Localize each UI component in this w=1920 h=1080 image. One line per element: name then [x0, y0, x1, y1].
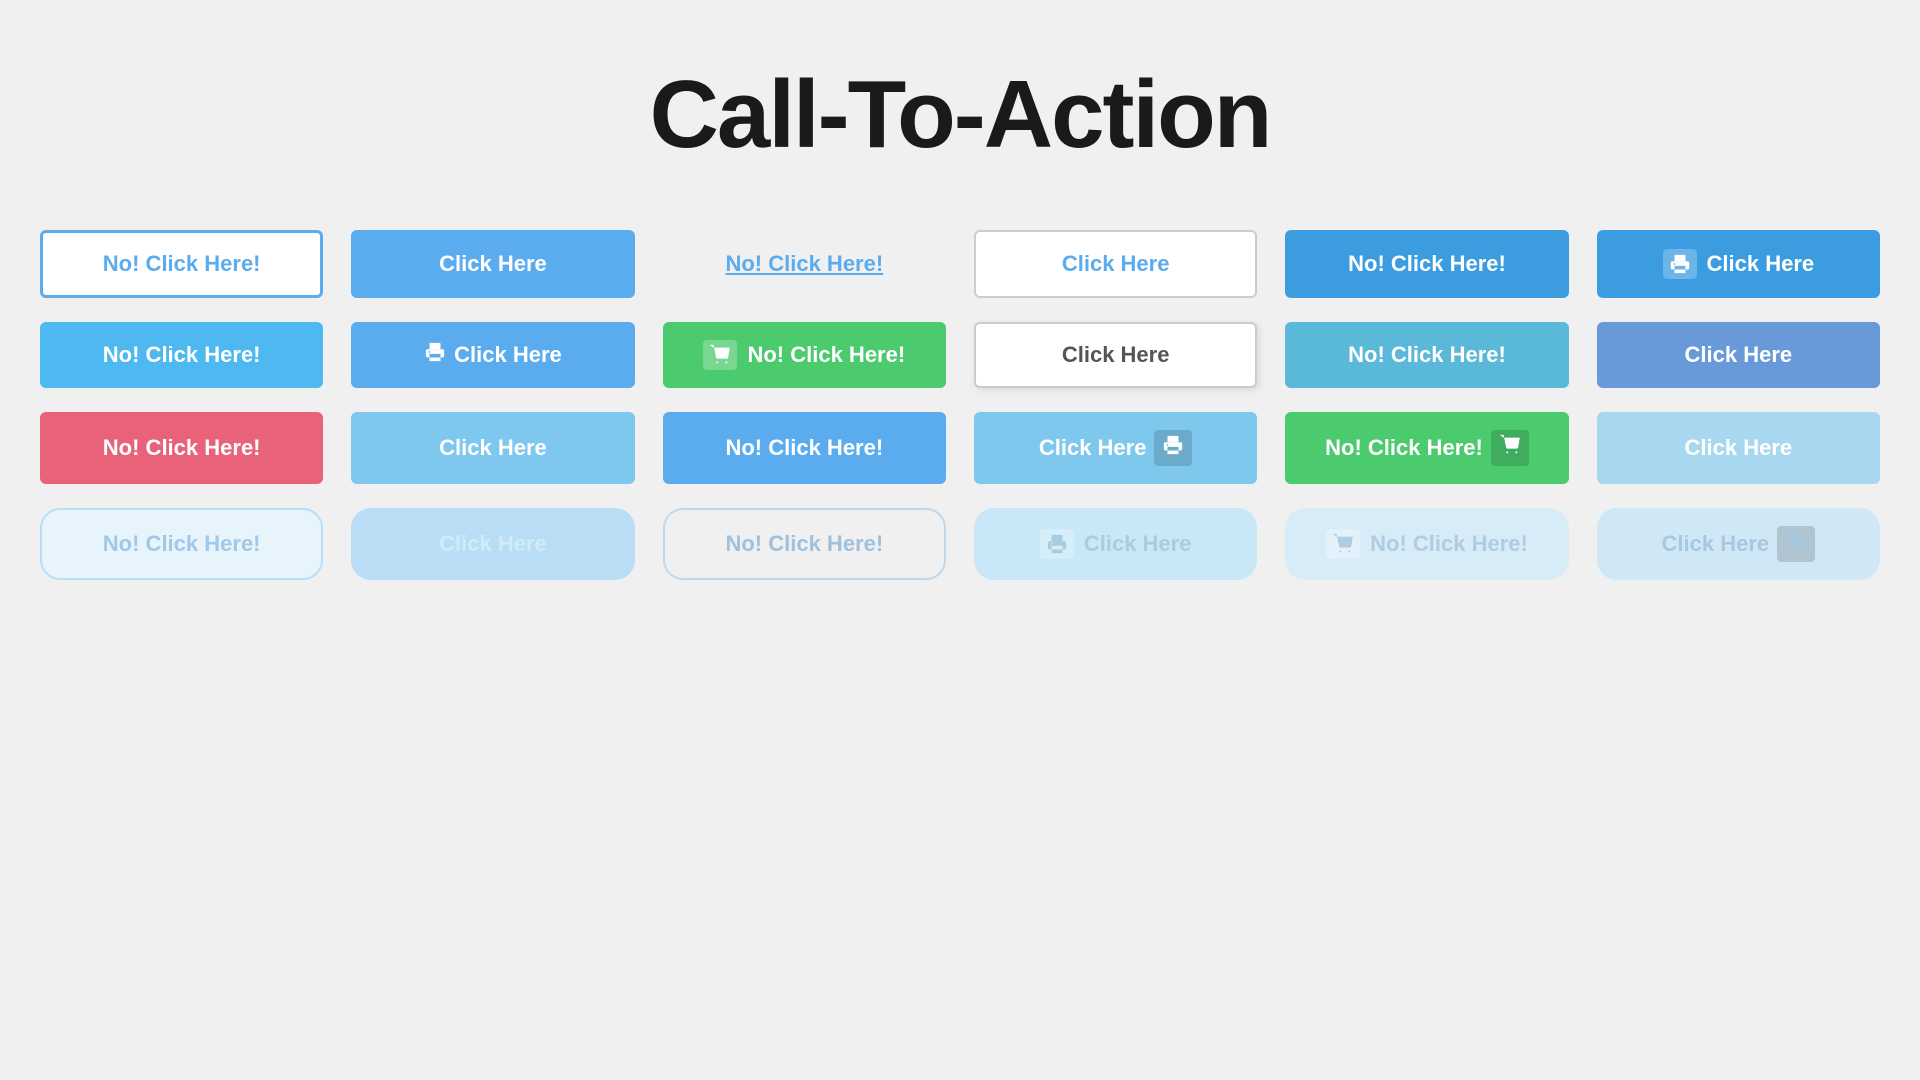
button-label: No! Click Here!: [725, 531, 883, 557]
button-r4c5[interactable]: No! Click Here!: [1285, 508, 1568, 580]
button-label: Click Here: [1662, 531, 1770, 557]
button-label: Click Here: [439, 251, 547, 277]
button-r4c2[interactable]: Click Here: [351, 508, 634, 580]
button-r1c1[interactable]: No! Click Here!: [40, 230, 323, 298]
button-label: No! Click Here!: [1325, 435, 1483, 461]
button-r2c6[interactable]: Click Here: [1597, 322, 1880, 388]
button-r2c1[interactable]: No! Click Here!: [40, 322, 323, 388]
button-r2c3[interactable]: No! Click Here!: [663, 322, 946, 388]
button-r1c6[interactable]: Click Here: [1597, 230, 1880, 298]
button-r3c3[interactable]: No! Click Here!: [663, 412, 946, 484]
button-label: Click Here: [1062, 342, 1170, 368]
button-label: Click Here: [1685, 342, 1793, 368]
button-r1c2[interactable]: Click Here: [351, 230, 634, 298]
button-r2c2[interactable]: Click Here: [351, 322, 634, 388]
button-r1c5[interactable]: No! Click Here!: [1285, 230, 1568, 298]
button-label: No! Click Here!: [103, 251, 261, 277]
button-r4c4[interactable]: Click Here: [974, 508, 1257, 580]
printer-icon: [1777, 526, 1815, 562]
button-label: Click Here: [1084, 531, 1192, 557]
button-label: Click Here: [439, 435, 547, 461]
button-r3c5[interactable]: No! Click Here!: [1285, 412, 1568, 484]
button-label: No! Click Here!: [1370, 531, 1528, 557]
page-title: Call-To-Action: [650, 60, 1271, 170]
printer-icon: [1154, 430, 1192, 466]
button-label: Click Here: [1707, 251, 1815, 277]
button-r4c6[interactable]: Click Here: [1597, 508, 1880, 580]
button-r4c1[interactable]: No! Click Here!: [40, 508, 323, 580]
button-r1c4[interactable]: Click Here: [974, 230, 1257, 298]
button-label: No! Click Here!: [725, 251, 883, 277]
button-r4c3[interactable]: No! Click Here!: [663, 508, 946, 580]
button-label: No! Click Here!: [103, 531, 261, 557]
cart-icon: [703, 340, 737, 370]
button-label: No! Click Here!: [1348, 342, 1506, 368]
button-r3c2[interactable]: Click Here: [351, 412, 634, 484]
printer-icon: [424, 341, 446, 369]
button-r3c6[interactable]: Click Here: [1597, 412, 1880, 484]
button-r2c5[interactable]: No! Click Here!: [1285, 322, 1568, 388]
button-r3c1[interactable]: No! Click Here!: [40, 412, 323, 484]
button-label: No! Click Here!: [1348, 251, 1506, 277]
cart-icon: [1326, 529, 1360, 559]
button-label: Click Here: [439, 531, 547, 557]
button-label: Click Here: [1062, 251, 1170, 277]
button-label: No! Click Here!: [103, 435, 261, 461]
printer-icon: [1040, 529, 1074, 559]
button-grid: No! Click Here! Click Here No! Click Here!…: [40, 230, 1880, 580]
button-r2c4[interactable]: Click Here: [974, 322, 1257, 388]
button-label: Click Here: [1685, 435, 1793, 461]
button-r3c4[interactable]: Click Here: [974, 412, 1257, 484]
button-label: Click Here: [454, 342, 562, 368]
button-label: No! Click Here!: [747, 342, 905, 368]
button-label: No! Click Here!: [725, 435, 883, 461]
button-r1c3[interactable]: No! Click Here!: [663, 230, 946, 298]
button-label: No! Click Here!: [103, 342, 261, 368]
printer-icon: [1663, 249, 1697, 279]
button-label: Click Here: [1039, 435, 1147, 461]
cart-icon: [1491, 430, 1529, 466]
